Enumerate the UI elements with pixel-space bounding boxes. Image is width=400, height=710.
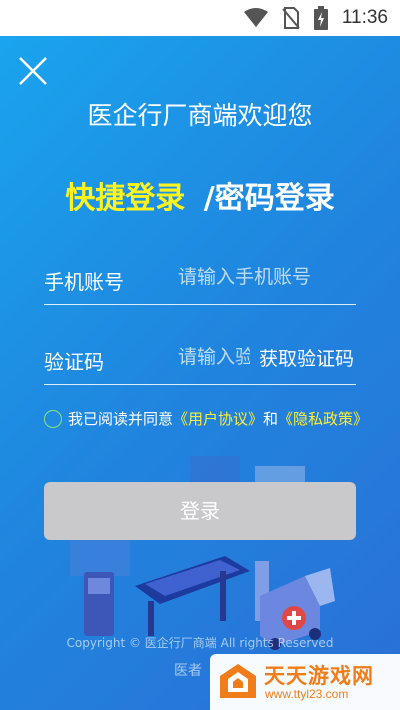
phone-field-row: 手机账号 <box>44 256 356 305</box>
tab-password-login[interactable]: 密码登录 <box>215 181 335 216</box>
watermark-url: www.ttyl23.com <box>265 687 349 701</box>
status-time: 11:36 <box>341 7 388 28</box>
agreement-and: 和 <box>263 410 279 428</box>
login-screen: 医企行厂商端欢迎您 快捷登录 /密码登录 手机账号 验证码 获取验证码 我已阅读… <box>0 36 400 710</box>
tab-quick-login[interactable]: 快捷登录 <box>65 181 185 216</box>
login-button[interactable]: 登录 <box>44 482 356 540</box>
welcome-title: 医企行厂商端欢迎您 <box>87 101 313 130</box>
battery-charging-icon <box>313 6 328 30</box>
login-mode-switch: 快捷登录 /密码登录 <box>0 173 400 217</box>
agreement-radio[interactable] <box>44 409 62 428</box>
no-sim-icon <box>282 7 300 29</box>
status-icons: 11:36 <box>243 6 388 30</box>
phone-label: 手机账号 <box>44 270 124 294</box>
close-icon[interactable] <box>16 54 50 88</box>
copyright-line2: 医者 <box>174 663 202 679</box>
watermark-badge: 天天游戏网 www.ttyl23.com <box>210 654 400 710</box>
code-field-row: 验证码 获取验证码 <box>44 336 356 385</box>
agreement-row: 我已阅读并同意 《用户协议》 和 《隐私政策》 <box>44 408 368 429</box>
mode-separator: / <box>203 181 215 216</box>
ttyl-logo-icon <box>220 664 256 698</box>
wifi-icon <box>243 8 268 27</box>
user-agreement-link[interactable]: 《用户协议》 <box>173 408 263 429</box>
status-bar: 11:36 <box>0 0 400 36</box>
code-input[interactable] <box>178 342 250 372</box>
medical-equipment-illustration <box>70 456 335 650</box>
code-label: 验证码 <box>44 350 104 374</box>
phone-input[interactable] <box>178 262 318 292</box>
agreement-prefix: 我已阅读并同意 <box>68 410 174 428</box>
get-code-button[interactable]: 获取验证码 <box>259 344 354 371</box>
watermark-name: 天天游戏网 <box>264 664 374 688</box>
copyright-text: Copyright © 医企行厂商端 All rights Reserved <box>66 636 334 650</box>
privacy-policy-link[interactable]: 《隐私政策》 <box>278 408 368 429</box>
